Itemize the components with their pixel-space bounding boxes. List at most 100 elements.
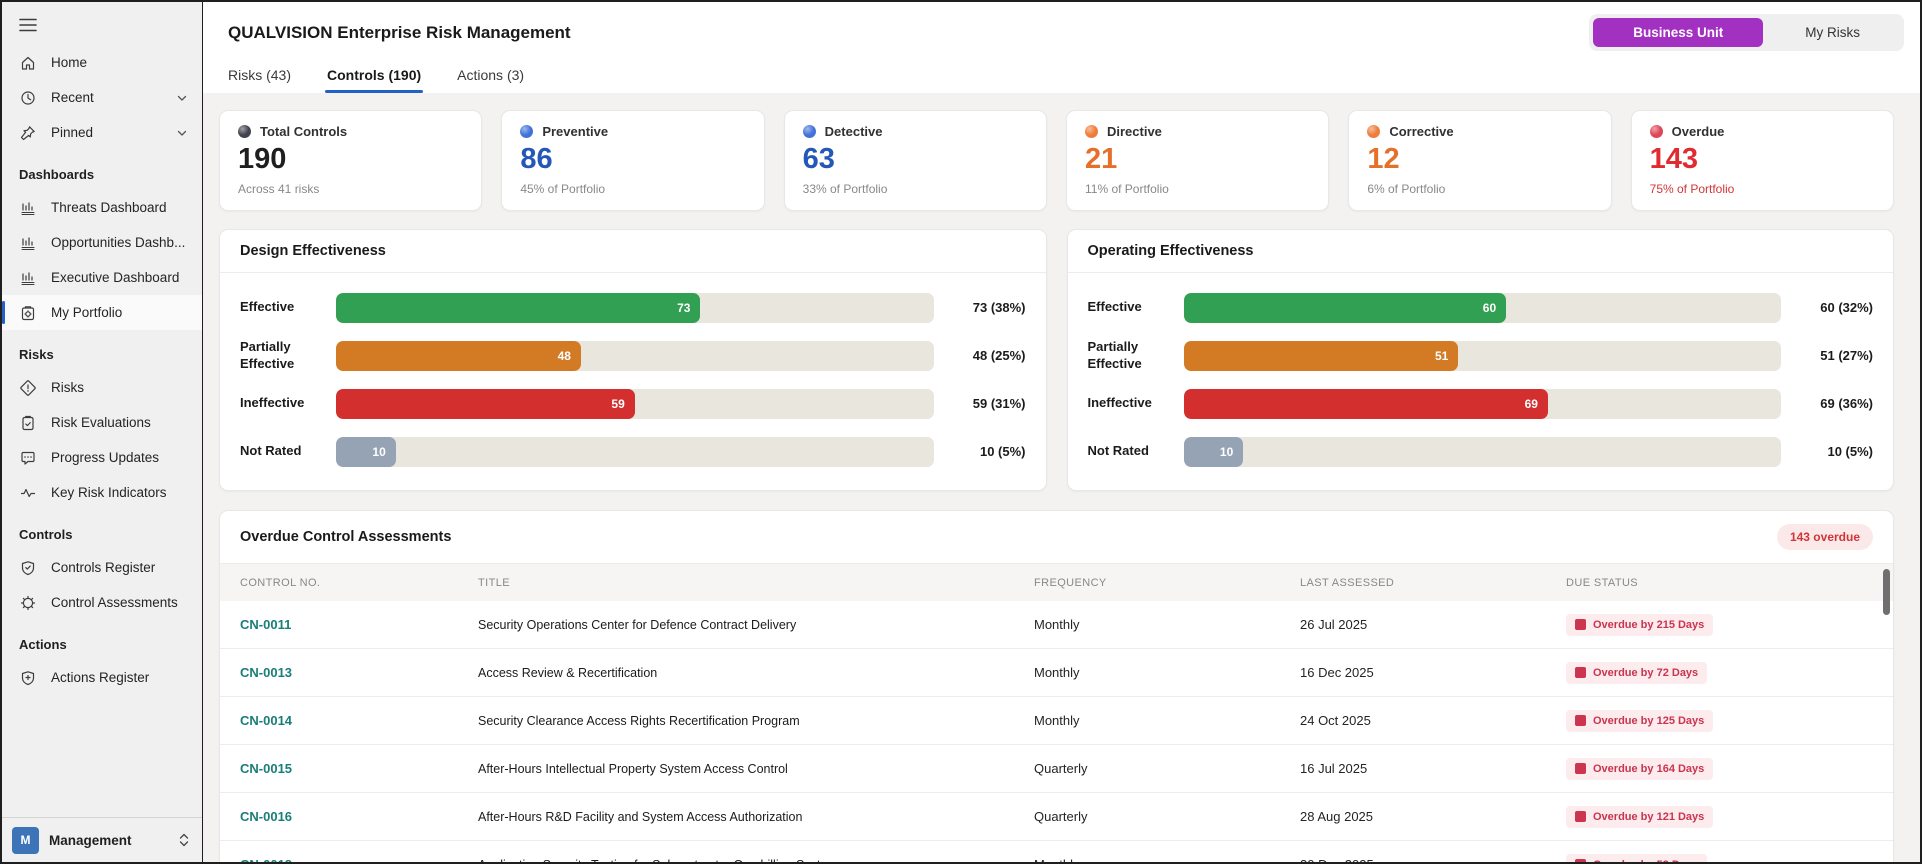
due-status-badge: Overdue by 125 Days [1566, 709, 1714, 732]
table-row[interactable]: CN-0015 After-Hours Intellectual Propert… [220, 745, 1893, 793]
table-row[interactable]: CN-0011 Security Operations Center for D… [220, 601, 1893, 649]
home-icon [19, 54, 36, 71]
view-toggle: Business Unit My Risks [1589, 14, 1904, 51]
bar-track: 60 [1183, 292, 1781, 323]
control-no-link[interactable]: CN-0014 [240, 713, 478, 728]
due-status-badge: Overdue by 164 Days [1566, 757, 1714, 780]
category-label: Effective [1087, 299, 1142, 315]
table-header-row: CONTROL NO. TITLE FREQUENCY LAST ASSESSE… [220, 564, 1893, 601]
pin-icon [19, 124, 36, 141]
bar-track: 73 [336, 292, 934, 323]
effectiveness-charts-row: Design Effectiveness Effective 73 73 (38… [219, 229, 1894, 491]
kpi-subtitle: 33% of Portfolio [802, 182, 888, 196]
sidebar-item-label: Key Risk Indicators [51, 485, 167, 500]
bar-track: 59 [336, 388, 934, 419]
gear-icon [19, 594, 36, 611]
value-label: 60 (32%) [1820, 300, 1873, 315]
overdue-count-badge: 143 overdue [1776, 524, 1873, 550]
control-no-link[interactable]: CN-0011 [240, 617, 478, 632]
sidebar-item-pinned[interactable]: Pinned [2, 115, 202, 150]
dashboard-icon [19, 199, 36, 216]
shield-check-icon [19, 559, 36, 576]
control-title: Application Security Testing for Subcont… [478, 858, 1034, 863]
control-title: Access Review & Recertification [478, 665, 658, 680]
due-status-badge: Overdue by 215 Days [1566, 613, 1714, 636]
sidebar-item-control-assessments[interactable]: Control Assessments [2, 585, 202, 620]
table-row[interactable]: CN-0014 Security Clearance Access Rights… [220, 697, 1893, 745]
table-row[interactable]: CN-0016 After-Hours R&D Facility and Sys… [220, 793, 1893, 841]
my-risks-toggle-button[interactable]: My Risks [1765, 18, 1900, 47]
kpi-card-detective: Detective 63 33% of Portfolio [783, 110, 1047, 211]
value-label: 69 (36%) [1820, 396, 1873, 411]
hamburger-menu-icon[interactable] [2, 2, 202, 36]
bar-track: 51 [1183, 340, 1781, 371]
overdue-square-icon [1575, 859, 1586, 862]
sidebar-section-controls: Controls [19, 527, 73, 542]
chart-row-partially-effective: Partially Effective 48 48 (25%) [240, 337, 1026, 374]
control-no-link[interactable]: CN-0016 [240, 809, 478, 824]
value-label: 59 (31%) [972, 396, 1026, 411]
sidebar-item-label: Actions Register [51, 670, 150, 685]
table-row[interactable]: CN-0018 Application Security Testing for… [220, 841, 1893, 862]
kpi-card-row: Total Controls 190 Across 41 risks Preve… [219, 110, 1894, 211]
kpi-value: 12 [1367, 143, 1400, 175]
sidebar-item-home[interactable]: Home [2, 45, 202, 80]
bar-track: 10 [1183, 436, 1781, 467]
sidebar-item-controls-register[interactable]: Controls Register [2, 550, 202, 585]
tab-controls[interactable]: Controls (190) [325, 67, 424, 93]
overdue-square-icon [1575, 811, 1586, 822]
chevron-down-icon[interactable] [176, 92, 188, 104]
column-header-control-no: CONTROL NO. [240, 576, 321, 589]
sidebar-item-actions-register[interactable]: Actions Register [2, 660, 202, 695]
kpi-subtitle: 75% of Portfolio [1649, 182, 1735, 196]
control-no-link[interactable]: CN-0015 [240, 761, 478, 776]
sidebar-item-risks[interactable]: Risks [2, 370, 202, 405]
unfold-selector-icon[interactable] [178, 832, 190, 848]
operating-effectiveness-chart: Effective 60 60 (32%) Partially Effectiv… [1068, 273, 1894, 490]
kpi-subtitle: Across 41 risks [238, 182, 320, 196]
last-assessed: 16 Dec 2025 [1300, 665, 1374, 680]
workspace-selector[interactable]: M Management [2, 817, 202, 862]
sidebar-item-executive-dashboard[interactable]: Executive Dashboard [2, 260, 202, 295]
workspace-name: Management [49, 832, 132, 848]
table-scrollbar[interactable] [1883, 569, 1890, 615]
category-label: Not Rated [240, 443, 302, 459]
shield-plus-icon [19, 669, 36, 686]
control-no-link[interactable]: CN-0013 [240, 665, 478, 680]
sidebar-item-label: My Portfolio [51, 305, 123, 320]
control-title: Security Clearance Access Rights Recerti… [478, 713, 800, 728]
kpi-label: Total Controls [260, 124, 348, 139]
sidebar-item-risk-evaluations[interactable]: Risk Evaluations [2, 405, 202, 440]
kpi-card-total-controls: Total Controls 190 Across 41 risks [219, 110, 483, 211]
business-unit-toggle-button[interactable]: Business Unit [1593, 18, 1764, 47]
due-status-text: Overdue by 121 Days [1593, 810, 1705, 823]
tab-actions[interactable]: Actions (3) [457, 67, 524, 93]
sidebar-item-progress-updates[interactable]: Progress Updates [2, 440, 202, 475]
total-controls-dot-icon [238, 125, 251, 138]
chart-row-effective: Effective 73 73 (38%) [240, 289, 1026, 326]
control-no-link[interactable]: CN-0018 [240, 857, 478, 862]
column-header-last-assessed: LAST ASSESSED [1300, 576, 1395, 589]
bar-ineffective: 69 [1183, 388, 1548, 419]
page-header: QUALVISION Enterprise Risk Management Bu… [203, 2, 1920, 53]
bar-track: 69 [1183, 388, 1781, 419]
sidebar-item-label: Threats Dashboard [51, 200, 167, 215]
kpi-value: 86 [520, 143, 553, 175]
chevron-down-icon[interactable] [176, 127, 188, 139]
bar-partially-effective: 51 [1183, 340, 1459, 371]
kpi-label: Corrective [1389, 124, 1454, 139]
table-row[interactable]: CN-0013 Access Review & Recertification … [220, 649, 1893, 697]
sidebar-item-my-portfolio[interactable]: My Portfolio [2, 295, 202, 330]
chart-title: Design Effectiveness [240, 243, 386, 259]
overdue-square-icon [1575, 715, 1586, 726]
sidebar-item-key-risk-indicators[interactable]: Key Risk Indicators [2, 475, 202, 510]
kpi-card-preventive: Preventive 86 45% of Portfolio [501, 110, 765, 211]
overdue-square-icon [1575, 763, 1586, 774]
tab-risks[interactable]: Risks (43) [228, 67, 291, 93]
sidebar-item-recent[interactable]: Recent [2, 80, 202, 115]
frequency: Monthly [1034, 857, 1300, 862]
sidebar-item-threats-dashboard[interactable]: Threats Dashboard [2, 190, 202, 225]
sidebar-item-opportunities-dashboard[interactable]: Opportunities Dashb... [2, 225, 202, 260]
value-label: 10 (5%) [979, 444, 1026, 459]
clipboard-check-icon [19, 414, 36, 431]
